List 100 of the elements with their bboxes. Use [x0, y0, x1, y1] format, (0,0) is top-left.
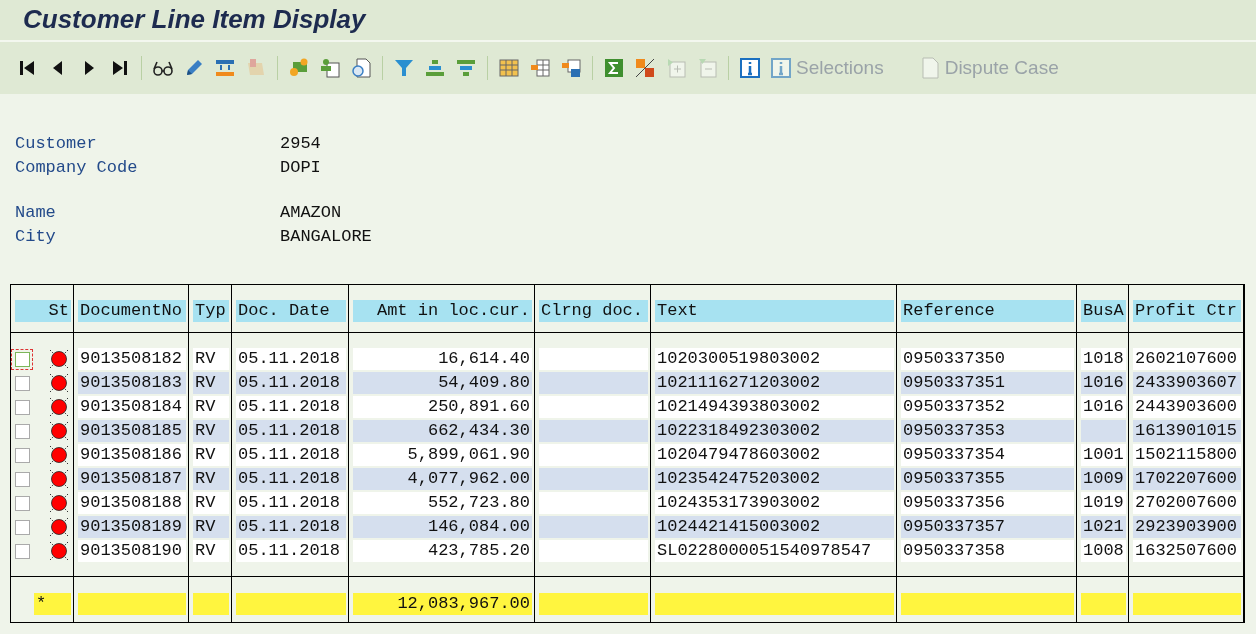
table-cell: 9013508183 — [78, 372, 186, 394]
table-cell: 9013508190 — [78, 540, 186, 562]
column-header[interactable]: Doc. Date — [236, 300, 346, 322]
sort-ascending-icon — [424, 57, 446, 79]
table-cell: 1021 — [1081, 516, 1126, 538]
table-cell: 0950337353 — [901, 420, 1074, 442]
table-cell: 54,409.80 — [353, 372, 532, 394]
table-cell: RV — [193, 420, 229, 442]
row-checkbox[interactable] — [15, 399, 30, 415]
filter-icon — [393, 57, 415, 79]
total-cell — [193, 593, 229, 615]
table-cell: 662,434.30 — [353, 420, 532, 442]
info-icon — [739, 57, 761, 79]
table-cell: 9013508189 — [78, 516, 186, 538]
row-checkbox[interactable] — [15, 471, 30, 487]
field-label: Name — [15, 202, 56, 223]
table-cell: 2443903600 — [1133, 396, 1241, 418]
row-checkbox[interactable] — [15, 495, 30, 511]
table-cell: 1024421415003002 — [655, 516, 894, 538]
table-cell: 2702007600 — [1133, 492, 1241, 514]
table-cell: 1702207600 — [1133, 468, 1241, 490]
table-cell: 1001 — [1081, 444, 1126, 466]
info-icon — [770, 57, 792, 79]
table-cell: 1023542475203002 — [655, 468, 894, 490]
row-checkbox[interactable] — [15, 351, 30, 367]
column-header[interactable]: Amt in loc.cur. — [353, 300, 532, 322]
table-cell: 1021116271203002 — [655, 372, 894, 394]
table-cell: 9013508188 — [78, 492, 186, 514]
row-checkbox[interactable] — [15, 519, 30, 535]
field-label: Company Code — [15, 157, 138, 178]
column-header[interactable]: DocumentNo — [78, 300, 186, 322]
table-cell: 1022318492303002 — [655, 420, 894, 442]
column-header[interactable]: BusA — [1081, 300, 1126, 322]
field-value: AMAZON — [280, 202, 342, 223]
table-cell: 1502115800 — [1133, 444, 1241, 466]
table-cell: 0950337352 — [901, 396, 1074, 418]
sigma-icon — [603, 57, 625, 79]
column-header[interactable]: Clrng doc. — [539, 300, 648, 322]
window-title: Customer Line Item Display — [23, 4, 366, 35]
table-cell: 1613901015 — [1133, 420, 1241, 442]
table-cell: 1024353173903002 — [655, 492, 894, 514]
table-cell: 1018 — [1081, 348, 1126, 370]
column-header[interactable]: Text — [655, 300, 894, 322]
table-cell: 16,614.40 — [353, 348, 532, 370]
sort-descending-icon — [455, 57, 477, 79]
grid-layout-icon — [498, 57, 520, 79]
table-cell: 1020479478603002 — [655, 444, 894, 466]
table-cell: 05.11.2018 — [236, 468, 346, 490]
row-checkbox[interactable] — [15, 423, 30, 439]
table-cell: 0950337354 — [901, 444, 1074, 466]
row-checkbox[interactable] — [15, 375, 30, 391]
table-cell: 0950337350 — [901, 348, 1074, 370]
column-header[interactable]: Profit Ctr — [1133, 300, 1241, 322]
table-cell: 1016 — [1081, 372, 1126, 394]
table-cell: 1019 — [1081, 492, 1126, 514]
field-value: DOPI — [280, 157, 321, 178]
column-header[interactable]: Typ — [193, 300, 229, 322]
table-cell: 1020300519803002 — [655, 348, 894, 370]
table-cell: RV — [193, 348, 229, 370]
table-cell: 0950337355 — [901, 468, 1074, 490]
collapse-icon — [696, 57, 718, 79]
total-cell — [1081, 593, 1126, 615]
field-value: 2954 — [280, 133, 321, 154]
table-cell: RV — [193, 444, 229, 466]
row-checkbox[interactable] — [15, 543, 30, 559]
table-cell: 1009 — [1081, 468, 1126, 490]
table-cell: 1632507600 — [1133, 540, 1241, 562]
total-cell: 12,083,967.00 — [353, 593, 532, 615]
table-cell: 0950337357 — [901, 516, 1074, 538]
table-cell: 05.11.2018 — [236, 396, 346, 418]
person-document-icon — [319, 57, 341, 79]
document-magnifier-icon — [350, 57, 372, 79]
table-cell: 1016 — [1081, 396, 1126, 418]
table-cell — [1081, 420, 1126, 442]
table-cell: 4,077,962.00 — [353, 468, 532, 490]
table-cell: RV — [193, 540, 229, 562]
table-cell: 250,891.60 — [353, 396, 532, 418]
table-cell: RV — [193, 492, 229, 514]
table-cell: RV — [193, 372, 229, 394]
expand-icon — [665, 57, 687, 79]
save-layout-icon — [560, 57, 582, 79]
field-label: City — [15, 226, 56, 247]
table-cell: 2923903900 — [1133, 516, 1241, 538]
table-cell: 05.11.2018 — [236, 492, 346, 514]
column-header[interactable]: St — [15, 300, 71, 322]
coins-icon — [288, 57, 310, 79]
field-label: Customer — [15, 133, 97, 154]
table-cell: 552,723.80 — [353, 492, 532, 514]
table-cell: 9013508185 — [78, 420, 186, 442]
table-cell: 9013508182 — [78, 348, 186, 370]
table-cell: 423,785.20 — [353, 540, 532, 562]
table-cell: 9013508184 — [78, 396, 186, 418]
change-layout-icon — [529, 57, 551, 79]
table-cell: 05.11.2018 — [236, 444, 346, 466]
table-cell: 05.11.2018 — [236, 420, 346, 442]
column-header[interactable]: Reference — [901, 300, 1074, 322]
table-cell: 05.11.2018 — [236, 348, 346, 370]
table-cell: 9013508187 — [78, 468, 186, 490]
table-cell: 05.11.2018 — [236, 540, 346, 562]
row-checkbox[interactable] — [15, 447, 30, 463]
